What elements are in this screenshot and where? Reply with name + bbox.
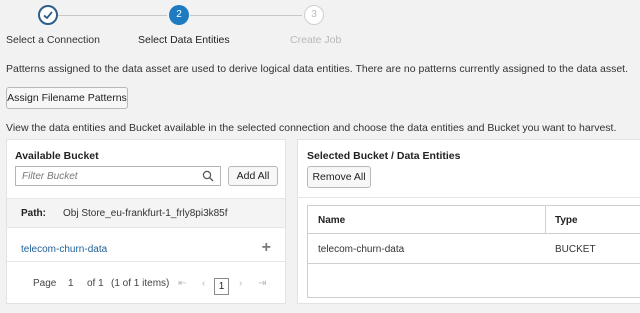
plus-icon[interactable]: + bbox=[262, 240, 271, 256]
first-page-icon[interactable]: ⇤ bbox=[178, 278, 186, 289]
step-2-indicator: 2 bbox=[169, 5, 189, 25]
pagination: Page 1 of 1 (1 of 1 items) ⇤ ‹ 1 › ⇥ bbox=[7, 273, 285, 295]
step-3-indicator: 3 bbox=[304, 5, 324, 25]
step-label-create-job: Create Job bbox=[290, 34, 342, 46]
table-header: Name Type bbox=[308, 206, 640, 234]
table-row[interactable]: telecom-churn-data BUCKET bbox=[308, 234, 640, 264]
add-all-button[interactable]: Add All bbox=[228, 166, 278, 186]
cell-name: telecom-churn-data bbox=[318, 244, 405, 255]
filter-bucket-placeholder: Filter Bucket bbox=[22, 171, 78, 182]
search-icon[interactable] bbox=[202, 170, 214, 185]
available-bucket-panel: Available Bucket Filter Bucket Add All P… bbox=[6, 139, 286, 304]
path-row: Path: Obj Store_eu-frankfurt-1_frly8pi3k… bbox=[7, 198, 285, 228]
pager-page-number: 1 bbox=[68, 278, 74, 289]
remove-all-button[interactable]: Remove All bbox=[307, 166, 371, 188]
path-label: Path: bbox=[21, 208, 46, 219]
assign-filename-patterns-button[interactable]: Assign Filename Patterns bbox=[6, 87, 128, 109]
filter-bucket-input[interactable]: Filter Bucket bbox=[15, 166, 221, 186]
selected-entities-panel: Selected Bucket / Data Entities Remove A… bbox=[297, 139, 640, 304]
column-separator[interactable] bbox=[545, 206, 546, 234]
pager-page-label: Page bbox=[33, 278, 57, 289]
column-header-name[interactable]: Name bbox=[318, 215, 345, 226]
step-label-select-connection[interactable]: Select a Connection bbox=[6, 34, 100, 46]
available-bucket-title: Available Bucket bbox=[15, 150, 99, 162]
previous-page-icon[interactable]: ‹ bbox=[202, 278, 205, 289]
last-page-icon[interactable]: ⇥ bbox=[258, 278, 266, 289]
column-header-type[interactable]: Type bbox=[555, 215, 578, 226]
pager-item-count: (1 of 1 items) bbox=[111, 278, 170, 289]
selected-entities-table: Name Type telecom-churn-data BUCKET bbox=[307, 205, 640, 298]
pager-of-label: of 1 bbox=[87, 278, 104, 289]
step-label-select-data-entities: Select Data Entities bbox=[138, 34, 230, 46]
list-item[interactable]: telecom-churn-data + bbox=[7, 236, 285, 262]
step-connector bbox=[190, 15, 302, 16]
selected-entities-title: Selected Bucket / Data Entities bbox=[307, 150, 461, 162]
current-page-box[interactable]: 1 bbox=[214, 278, 229, 295]
view-entities-info-text: View the data entities and Bucket availa… bbox=[6, 122, 617, 134]
step-connector bbox=[58, 15, 167, 16]
path-value: Obj Store_eu-frankfurt-1_frly8pi3k85f bbox=[63, 208, 228, 219]
divider bbox=[298, 197, 640, 198]
next-page-icon[interactable]: › bbox=[239, 278, 242, 289]
bucket-name-link[interactable]: telecom-churn-data bbox=[21, 244, 107, 255]
step-1-check-icon[interactable] bbox=[38, 5, 58, 25]
wizard-stepper: 2 3 Select a Connection Select Data Enti… bbox=[0, 0, 640, 52]
cell-type: BUCKET bbox=[555, 244, 596, 255]
patterns-info-text: Patterns assigned to the data asset are … bbox=[6, 63, 629, 75]
